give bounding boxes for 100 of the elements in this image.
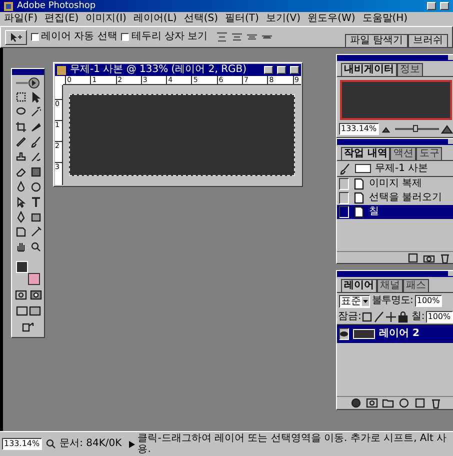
- checkbox[interactable]: [31, 33, 39, 41]
- checkbox[interactable]: [121, 33, 130, 41]
- palette-tab[interactable]: 채널: [377, 279, 403, 292]
- brush-icon[interactable]: [339, 162, 351, 174]
- text-icon[interactable]: [30, 196, 42, 208]
- history-item[interactable]: 이미지 복제: [337, 177, 453, 191]
- app-icon: [4, 2, 13, 10]
- checkbox-label: 레이어 자동 선택: [41, 32, 118, 42]
- new-document-icon[interactable]: [407, 252, 419, 264]
- new-layer-icon[interactable]: [414, 397, 426, 409]
- document-icon[interactable]: [353, 178, 365, 190]
- history-brush-icon[interactable]: [30, 151, 42, 163]
- palette-tab[interactable]: 패스: [403, 279, 429, 292]
- stamp-icon[interactable]: [15, 151, 27, 163]
- lock-move-icon[interactable]: [385, 310, 398, 322]
- document-icon[interactable]: [353, 206, 365, 218]
- opacity-field[interactable]: 100%: [414, 295, 442, 307]
- zoom-field[interactable]: 133.14%: [2, 438, 42, 450]
- layer-row[interactable]: 레이어 2: [337, 325, 453, 343]
- eye-icon[interactable]: [340, 331, 348, 337]
- menu-item[interactable]: 이미지(I): [86, 14, 126, 24]
- gradient-icon[interactable]: [30, 166, 42, 178]
- minimize-button[interactable]: [427, 2, 436, 10]
- palette-tab[interactable]: 내비게이터: [341, 63, 397, 76]
- screen-mode-icon[interactable]: [28, 305, 40, 317]
- path-select-icon[interactable]: [15, 196, 27, 208]
- document-size: 문서: 84K/0K: [60, 439, 122, 449]
- snapshot-name[interactable]: 무제-1 사본: [375, 164, 428, 174]
- jump-to-icon[interactable]: [22, 321, 34, 333]
- caret-icon: [362, 296, 369, 306]
- drop-icon[interactable]: [15, 181, 27, 193]
- menu-item[interactable]: 선택(S): [184, 14, 218, 24]
- palette-tab[interactable]: 액션: [390, 147, 416, 160]
- history-item[interactable]: 선택을 불러오기: [337, 191, 453, 205]
- magic-wand-icon[interactable]: [30, 106, 42, 118]
- knife-icon[interactable]: [30, 121, 42, 133]
- lock-icon[interactable]: [397, 310, 410, 322]
- palette-well-tab[interactable]: 브러쉬: [408, 34, 448, 47]
- dodge-icon[interactable]: [30, 181, 42, 193]
- triangle-icon[interactable]: [128, 440, 135, 448]
- eraser-icon[interactable]: [15, 166, 27, 178]
- palette-tab[interactable]: 정보: [397, 63, 423, 76]
- menu-item[interactable]: 윈도우(W): [308, 14, 356, 24]
- pen-icon[interactable]: [15, 211, 27, 223]
- mountain-large-icon[interactable]: [441, 123, 453, 135]
- lock-label: 잠금:: [338, 312, 362, 322]
- lock-brush-icon[interactable]: [373, 310, 386, 322]
- trash-icon[interactable]: [439, 252, 451, 264]
- align-icon[interactable]: [216, 31, 228, 43]
- arrow-pointer-icon[interactable]: [30, 91, 42, 103]
- close-button[interactable]: [290, 66, 299, 74]
- palette-well-tab[interactable]: 파일 탐색기: [344, 34, 408, 47]
- rectangle-icon[interactable]: [30, 211, 42, 223]
- eye-logo-icon: [14, 77, 42, 89]
- align-icon[interactable]: [230, 31, 243, 43]
- menu-item[interactable]: 도움말(H): [362, 14, 408, 24]
- brush-icon[interactable]: [30, 136, 42, 148]
- bandage-icon[interactable]: [15, 136, 27, 148]
- layer-thumbnail: [353, 329, 375, 339]
- adjustment-icon[interactable]: [398, 397, 410, 409]
- checkbox-label: 테두리 상자 보기: [131, 32, 208, 42]
- blend-mode-dropdown[interactable]: 표준: [339, 294, 370, 308]
- foreground-color-swatch[interactable]: [16, 261, 28, 273]
- maximize-button[interactable]: [440, 2, 449, 10]
- fill-field[interactable]: 100%: [426, 310, 453, 322]
- background-color-swatch[interactable]: [28, 273, 40, 285]
- magnifier-icon[interactable]: [30, 241, 42, 253]
- mask-icon[interactable]: [14, 289, 26, 301]
- style-icon[interactable]: [350, 397, 362, 409]
- snapshot-thumbnail: [355, 164, 371, 173]
- menu-item[interactable]: 레이어(L): [133, 14, 177, 24]
- menu-item[interactable]: 파일(F): [4, 14, 38, 24]
- palette-tab[interactable]: 작업 내역: [341, 147, 390, 160]
- mask-icon[interactable]: [366, 397, 378, 409]
- menu-item[interactable]: 편집(E): [44, 14, 79, 24]
- document-title: 무제-1 사본 @ 133% (레이어 2, RGB): [70, 65, 247, 75]
- screen-mode-icon[interactable]: [16, 305, 28, 317]
- zoom-field[interactable]: 133.14%: [339, 123, 379, 135]
- menu-item[interactable]: 필터(T): [224, 14, 259, 24]
- trash-icon[interactable]: [430, 397, 442, 409]
- menu-item[interactable]: 보기(V): [266, 14, 301, 24]
- marquee-icon[interactable]: [15, 91, 27, 103]
- mask-icon[interactable]: [30, 289, 42, 301]
- history-item[interactable]: 칠: [337, 205, 453, 219]
- opacity-label: 불투명도:: [372, 296, 413, 306]
- tool-preset-button[interactable]: [5, 30, 27, 44]
- toolbox-header: [12, 69, 44, 75]
- eyedropper-icon[interactable]: [30, 226, 42, 238]
- palette-tab[interactable]: 레이어: [341, 279, 377, 292]
- notes-icon[interactable]: [15, 226, 27, 238]
- magnifier-icon[interactable]: [44, 438, 57, 450]
- maximize-button[interactable]: [277, 66, 286, 74]
- crop-icon[interactable]: [15, 121, 27, 133]
- palette-tab[interactable]: 도구: [416, 147, 442, 160]
- lock-transparency-icon[interactable]: [361, 310, 374, 322]
- minimize-button[interactable]: [264, 66, 273, 74]
- folder-icon[interactable]: [382, 397, 394, 409]
- hand-icon[interactable]: [15, 241, 27, 253]
- fill-label: 칠:: [411, 312, 425, 322]
- status-hint: 클릭-드래그하여 레이어 또는 선택영역을 이동. 추가로 시프트, Alt 사용.: [138, 433, 448, 455]
